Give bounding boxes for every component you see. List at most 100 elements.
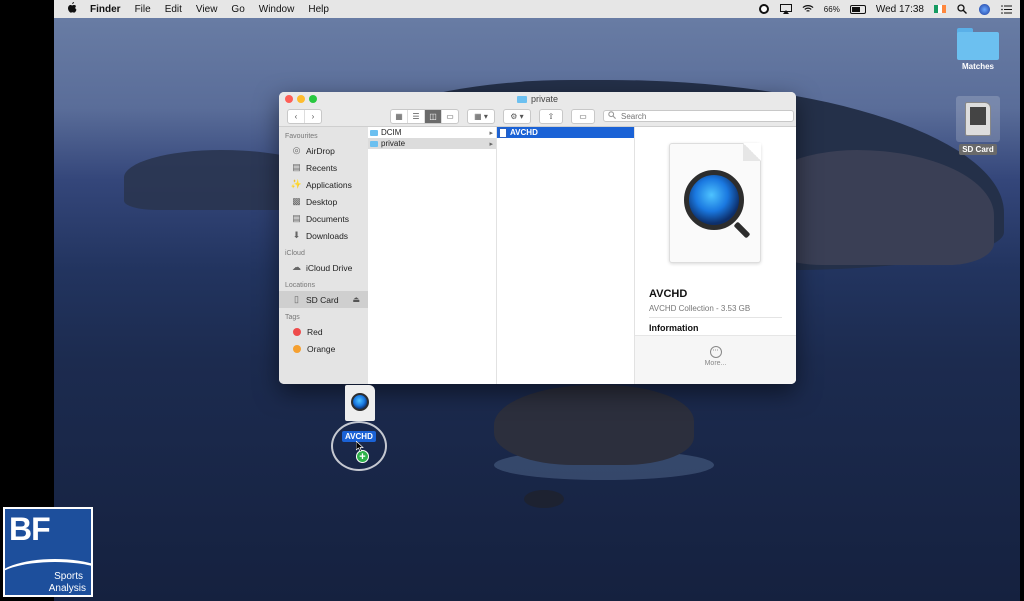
back-button[interactable]: ‹ xyxy=(288,109,305,123)
sidebar-item-label: Documents xyxy=(306,213,349,224)
more-button[interactable]: More... xyxy=(635,360,796,367)
group-icon: ▦ ▾ xyxy=(474,111,488,121)
sd-card-icon: ▯ xyxy=(294,294,299,304)
sidebar-item-airdrop[interactable]: ◎ AirDrop xyxy=(279,142,368,159)
menu-app-name[interactable]: Finder xyxy=(90,4,121,15)
airplay-icon[interactable] xyxy=(779,3,792,15)
folder-icon xyxy=(370,129,378,136)
download-icon: ⬇ xyxy=(292,230,301,240)
sidebar-item-label: AirDrop xyxy=(306,145,335,156)
quicktime-document-icon xyxy=(669,143,761,263)
menu-window[interactable]: Window xyxy=(259,4,295,15)
list-item-label: DCIM xyxy=(381,128,402,137)
notification-center-icon[interactable] xyxy=(1000,3,1012,15)
desktop-folder-matches[interactable]: Matches xyxy=(952,28,1004,71)
search-field[interactable] xyxy=(603,110,794,122)
menu-view[interactable]: View xyxy=(196,4,218,15)
logo-line-2: Analysis xyxy=(48,583,86,594)
divider xyxy=(649,317,782,318)
sidebar-item-label: Downloads xyxy=(306,230,349,241)
sidebar-item-label: Applications xyxy=(306,179,352,190)
tags-button[interactable]: ▭ xyxy=(571,108,595,124)
finder-column-1: DCIM ▸ private ▸ xyxy=(368,127,497,384)
share-button[interactable]: ⇧ xyxy=(539,108,563,124)
battery-percentage: 66% xyxy=(823,4,840,14)
document-icon: ▤ xyxy=(292,213,301,223)
sidebar-item-label: Recents xyxy=(306,162,338,173)
desktop-sd-card-label: SD Card xyxy=(959,144,997,155)
cloud-icon: ☁ xyxy=(292,262,301,272)
group-by-button[interactable]: ▦ ▾ xyxy=(467,108,495,124)
search-input[interactable] xyxy=(619,110,793,122)
menu-help[interactable]: Help xyxy=(308,4,329,15)
window-title-text: private xyxy=(530,94,558,104)
action-menu-button[interactable]: ⚙ ▾ xyxy=(503,108,531,124)
more-ellipsis-icon[interactable]: ⋯ xyxy=(709,346,722,358)
sidebar-item-sd-card[interactable]: ▯ SD Card ⏏ xyxy=(279,291,368,308)
menu-file[interactable]: File xyxy=(135,4,151,15)
finder-window: private ‹ › ▦ ☰ ◫ ▭ ▦ ▾ ⚙ ▾ ⇧ ▭ Search F… xyxy=(279,92,796,384)
sidebar-item-label: SD Card xyxy=(306,294,339,305)
input-source-flag-icon[interactable] xyxy=(934,5,946,13)
mouse-cursor-icon xyxy=(355,440,364,454)
preview-information-header: Information xyxy=(649,323,699,333)
red-tag-dot-icon xyxy=(293,327,301,336)
sidebar-item-downloads[interactable]: ⬇ Downloads xyxy=(279,227,368,244)
document-icon xyxy=(499,127,507,138)
status-area: 66% Wed 17:38 xyxy=(758,0,1012,18)
logo-line-1: Sports xyxy=(54,571,83,582)
apple-menu-icon[interactable] xyxy=(66,2,78,16)
list-item-private[interactable]: private ▸ xyxy=(368,138,496,149)
sidebar-header-tags: Tags xyxy=(285,314,300,321)
list-item-dcim[interactable]: DCIM ▸ xyxy=(368,127,496,138)
preview-pane: AVCHD AVCHD Collection - 3.53 GB Informa… xyxy=(635,127,796,384)
sd-card-icon xyxy=(956,96,1000,142)
desktop-sd-card[interactable]: SD Card xyxy=(952,96,1004,155)
gallery-view-button[interactable]: ▭ xyxy=(442,110,458,123)
sidebar-item-label: iCloud Drive xyxy=(306,262,353,273)
column-view-button[interactable]: ◫ xyxy=(425,109,442,123)
orange-tag-dot-icon xyxy=(293,344,301,353)
sidebar-item-recents[interactable]: ▤ Recents xyxy=(279,159,368,176)
list-view-button[interactable]: ☰ xyxy=(408,109,425,123)
menu-edit[interactable]: Edit xyxy=(165,4,182,15)
sidebar-item-desktop[interactable]: ▩ Desktop xyxy=(279,193,368,210)
sidebar-header-locations: Locations xyxy=(285,282,315,289)
finder-titlebar: private ‹ › ▦ ☰ ◫ ▭ ▦ ▾ ⚙ ▾ ⇧ ▭ xyxy=(279,92,796,127)
right-letterbox xyxy=(1020,0,1024,601)
window-title: private xyxy=(279,94,796,104)
list-item-avchd[interactable]: AVCHD xyxy=(497,127,634,138)
dragged-file-icon[interactable] xyxy=(345,385,375,421)
list-item-label: AVCHD xyxy=(510,128,538,137)
forward-button[interactable]: › xyxy=(305,110,321,123)
sidebar-item-label: Desktop xyxy=(306,196,338,207)
finder-column-2: AVCHD xyxy=(497,127,635,384)
folder-icon xyxy=(370,140,378,147)
sidebar-tag-red[interactable]: Red xyxy=(279,323,368,340)
clock-icon: ▤ xyxy=(292,162,301,172)
wifi-icon[interactable] xyxy=(802,3,814,15)
sidebar-tag-orange[interactable]: Orange xyxy=(279,340,368,357)
wallpaper-small-rock xyxy=(524,490,564,508)
battery-icon[interactable] xyxy=(849,4,866,14)
spotlight-search-icon[interactable] xyxy=(956,3,968,15)
menu-go[interactable]: Go xyxy=(231,4,244,15)
preview-file-name: AVCHD xyxy=(649,288,688,300)
icon-view-button[interactable]: ▦ xyxy=(391,109,408,123)
list-item-label: private xyxy=(381,139,406,148)
desktop-icon: ▩ xyxy=(292,196,301,206)
eject-icon[interactable]: ⏏ xyxy=(352,295,360,304)
clock[interactable]: Wed 17:38 xyxy=(876,4,924,15)
screen-record-icon[interactable] xyxy=(758,3,770,15)
sidebar-item-icloud-drive[interactable]: ☁ iCloud Drive xyxy=(279,259,368,276)
quicktime-logo-icon xyxy=(684,170,744,230)
chevron-right-icon: ▸ xyxy=(489,140,493,148)
tag-icon: ▭ xyxy=(579,111,587,121)
sidebar-item-label: Red xyxy=(307,326,323,337)
finder-toolbar: ‹ › ▦ ☰ ◫ ▭ ▦ ▾ ⚙ ▾ ⇧ ▭ xyxy=(287,108,794,124)
sidebar-header-favourites: Favourites xyxy=(285,133,318,140)
siri-icon[interactable] xyxy=(978,3,990,15)
search-icon xyxy=(608,111,616,121)
sidebar-item-documents[interactable]: ▤ Documents xyxy=(279,210,368,227)
sidebar-item-applications[interactable]: ✨ Applications xyxy=(279,176,368,193)
